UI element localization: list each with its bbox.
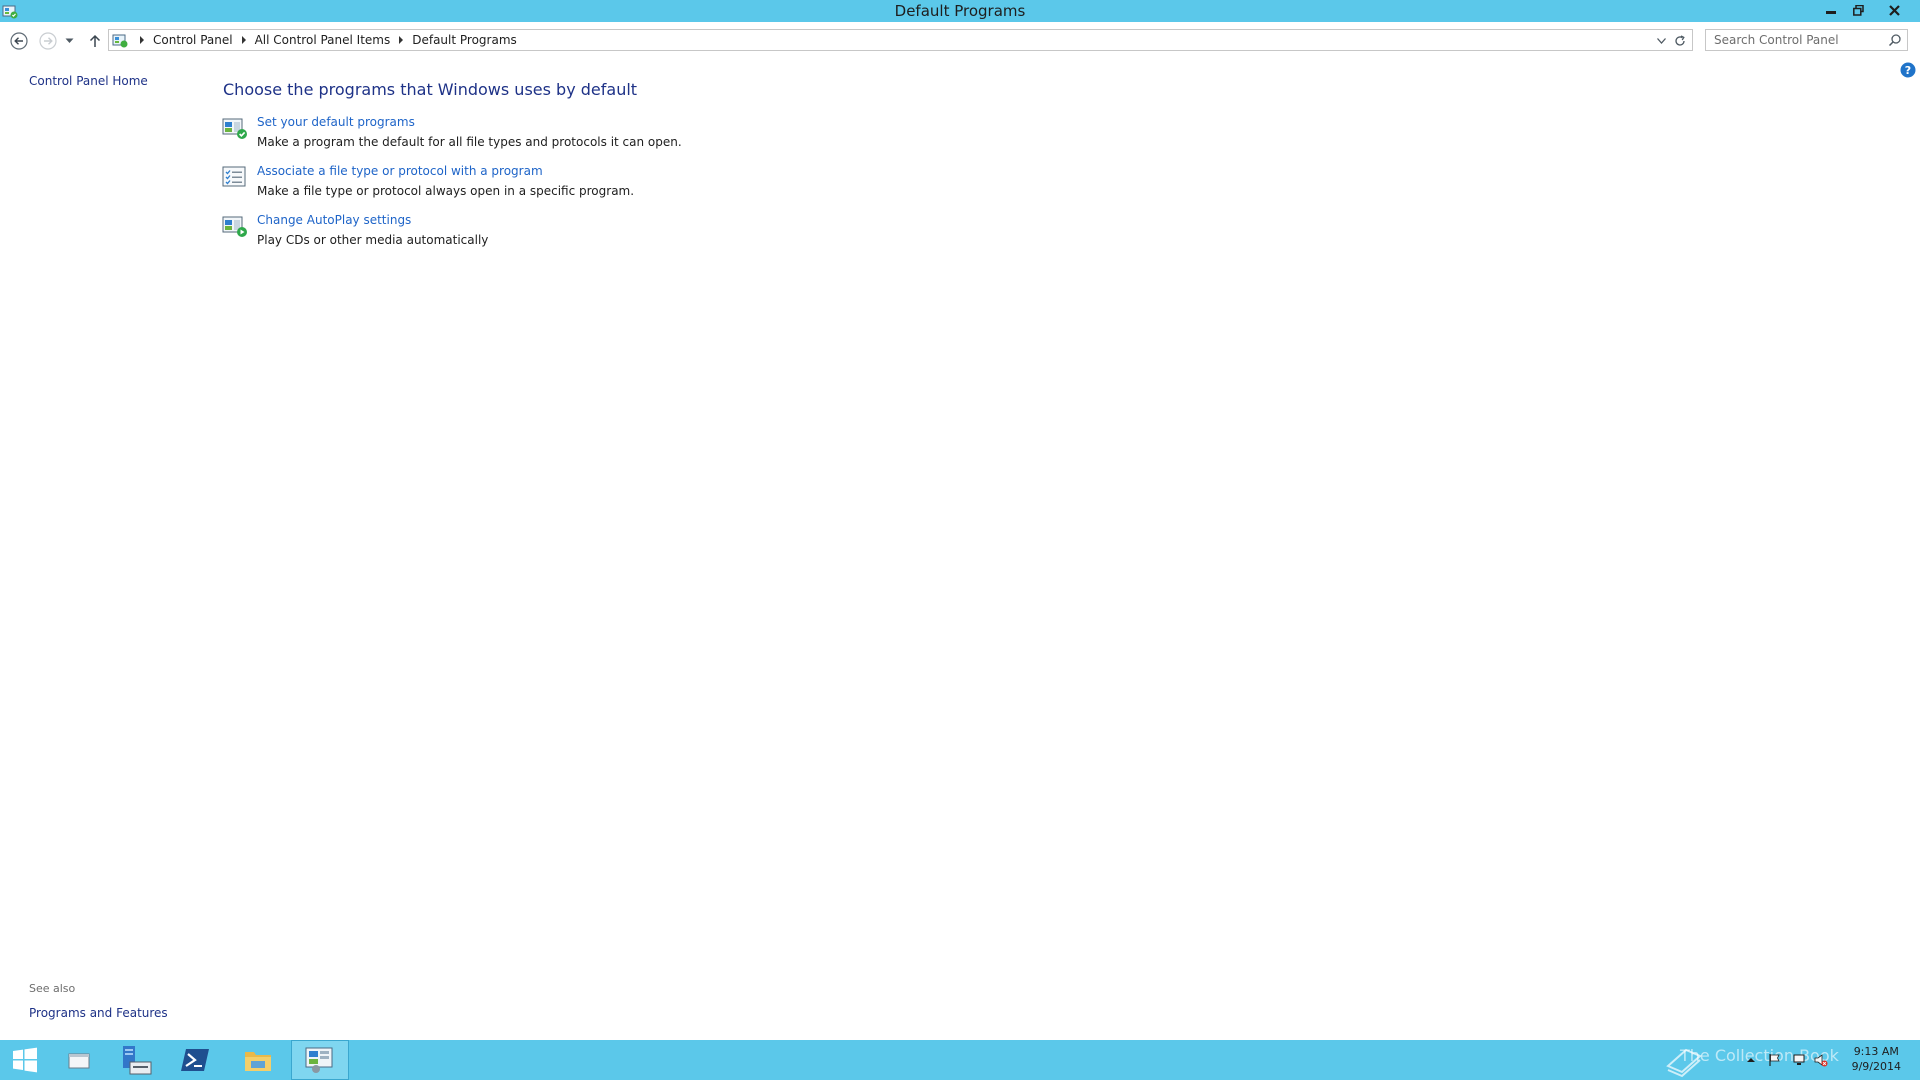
programs-and-features-link[interactable]: Programs and Features <box>29 1006 168 1020</box>
show-hidden-icons-icon[interactable] <box>1744 1053 1758 1067</box>
up-button[interactable] <box>84 30 106 52</box>
address-bar[interactable]: Control Panel All Control Panel Items De… <box>108 29 1693 51</box>
window-title: Default Programs <box>894 2 1026 20</box>
up-arrow-icon <box>89 34 101 47</box>
clock-time: 9:13 AM <box>1853 1045 1899 1058</box>
search-box[interactable] <box>1705 29 1908 51</box>
see-also-heading: See also <box>29 982 76 995</box>
page-title: Choose the programs that Windows uses by… <box>223 80 638 99</box>
minimize-icon <box>1826 11 1836 14</box>
start-button[interactable] <box>0 1040 50 1080</box>
search-input[interactable] <box>1710 32 1888 48</box>
forward-arrow-icon <box>39 32 57 50</box>
system-tray: The Collection Book 9:13 AM 9/9/2014 <box>1660 1040 1920 1080</box>
close-button[interactable] <box>1872 0 1916 20</box>
breadcrumb-separator-icon[interactable] <box>140 36 144 44</box>
task-set-default-programs: Set your default programs Make a program… <box>222 115 742 155</box>
search-icon[interactable] <box>1888 33 1902 47</box>
close-icon <box>1888 4 1900 16</box>
task-associate-file-type: Associate a file type or protocol with a… <box>222 164 742 204</box>
taskbar-powershell[interactable] <box>166 1040 224 1080</box>
action-center-flag-icon[interactable] <box>1768 1053 1782 1067</box>
change-autoplay-link[interactable]: Change AutoPlay settings <box>257 213 411 227</box>
taskbar-task-view[interactable] <box>50 1040 108 1080</box>
minimize-button[interactable] <box>1818 0 1844 20</box>
left-pane: Control Panel Home See also Programs and… <box>0 56 200 1036</box>
refresh-button[interactable] <box>1672 33 1688 49</box>
powershell-icon <box>181 1049 209 1071</box>
associate-file-type-description: Make a file type or protocol always open… <box>257 184 635 198</box>
recent-locations-button[interactable] <box>62 30 76 52</box>
change-autoplay-description: Play CDs or other media automatically <box>257 233 489 247</box>
chevron-down-icon <box>65 38 73 43</box>
server-manager-icon <box>123 1046 152 1075</box>
breadcrumb-default-programs[interactable]: Default Programs <box>412 33 517 47</box>
help-icon[interactable]: ? <box>1900 62 1916 78</box>
address-history-button[interactable] <box>1654 34 1668 48</box>
navigation-bar: Control Panel All Control Panel Items De… <box>0 26 1920 56</box>
window-icon <box>68 1053 90 1069</box>
clock-date: 9/9/2014 <box>1851 1060 1901 1073</box>
control-panel-icon <box>305 1047 333 1073</box>
taskbar: The Collection Book 9:13 AM 9/9/2014 <box>0 1040 1920 1080</box>
clock[interactable]: 9:13 AM 9/9/2014 <box>1852 1044 1901 1074</box>
control-panel-icon <box>112 34 128 48</box>
breadcrumb-separator-icon[interactable] <box>399 36 404 44</box>
volume-muted-icon[interactable] <box>1814 1053 1828 1067</box>
windows-logo-icon <box>13 1047 37 1073</box>
default-programs-icon <box>222 118 247 139</box>
svg-text:?: ? <box>1905 64 1911 77</box>
back-button[interactable] <box>8 30 30 52</box>
folder-icon <box>245 1052 271 1071</box>
refresh-icon <box>1675 35 1685 46</box>
set-default-programs-link[interactable]: Set your default programs <box>257 115 415 129</box>
file-association-icon <box>222 166 246 187</box>
taskbar-control-panel[interactable] <box>291 1040 349 1080</box>
associate-file-type-link[interactable]: Associate a file type or protocol with a… <box>257 164 543 178</box>
network-icon[interactable] <box>1792 1053 1806 1067</box>
task-change-autoplay: Change AutoPlay settings Play CDs or oth… <box>222 213 742 253</box>
autoplay-icon <box>222 216 247 237</box>
forward-button[interactable] <box>37 30 59 52</box>
control-panel-home-link[interactable]: Control Panel Home <box>29 74 148 88</box>
restore-button[interactable] <box>1845 0 1871 20</box>
restore-icon <box>1852 4 1864 16</box>
breadcrumb-control-panel[interactable]: Control Panel <box>153 33 233 47</box>
breadcrumb-all-control-panel-items[interactable]: All Control Panel Items <box>255 33 391 47</box>
set-default-programs-description: Make a program the default for all file … <box>257 135 682 149</box>
taskbar-server-manager[interactable] <box>108 1040 166 1080</box>
breadcrumb-separator-icon[interactable] <box>241 36 246 44</box>
taskbar-file-explorer[interactable] <box>229 1040 287 1080</box>
breadcrumb: Control Panel All Control Panel Items De… <box>131 33 517 47</box>
title-bar: Default Programs <box>0 0 1920 22</box>
back-arrow-icon <box>10 32 28 50</box>
chevron-down-icon <box>1656 38 1666 44</box>
